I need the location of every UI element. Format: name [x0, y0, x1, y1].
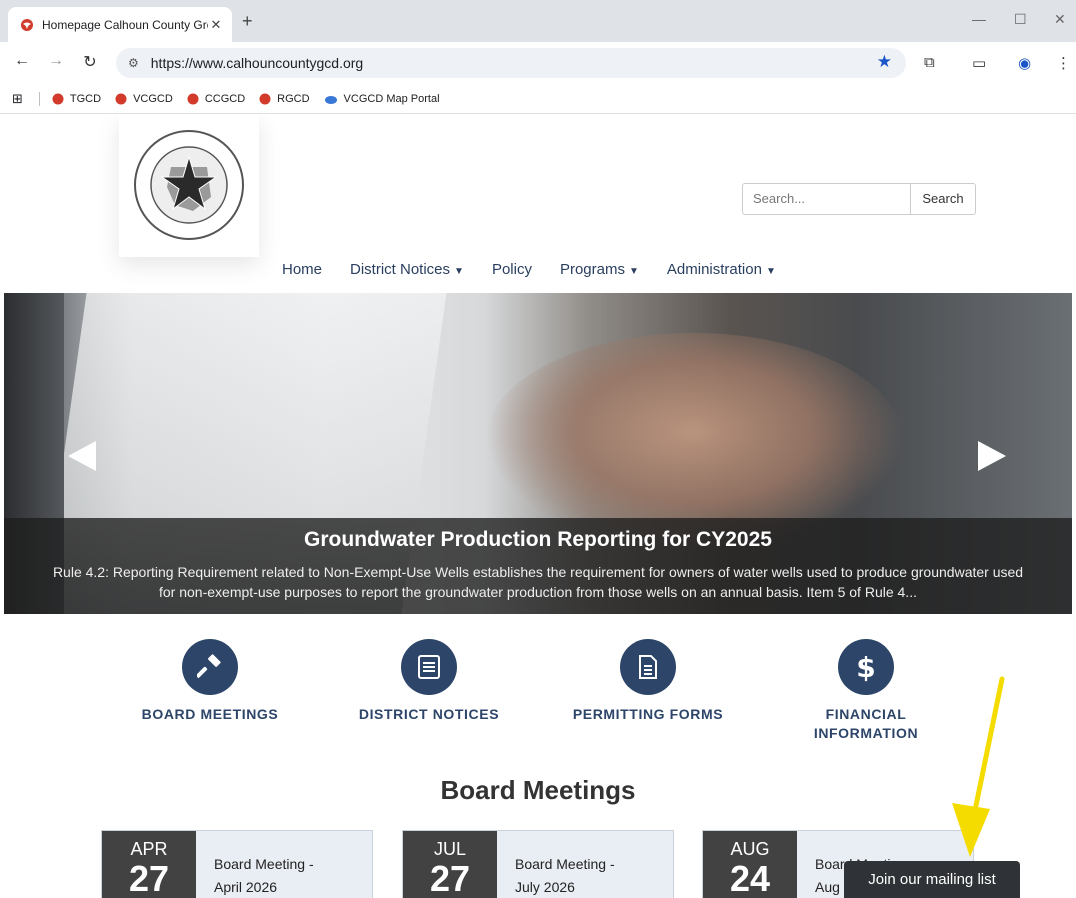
carousel-next-icon[interactable] — [978, 441, 1006, 471]
bookmark-ccgcd[interactable]: CCGCD — [187, 93, 245, 105]
board-meetings-heading: Board Meetings — [440, 775, 636, 805]
meeting-date: JUL 27 — [403, 831, 497, 898]
nav-home[interactable]: Home — [282, 261, 322, 278]
quick-link-district-notices[interactable]: DISTRICT NOTICES — [329, 639, 529, 724]
quick-link-board-meetings[interactable]: BOARD MEETINGS — [110, 639, 310, 724]
tab-title: Homepage Calhoun County Gro — [42, 17, 208, 32]
meeting-title: Board Meeting - April 2026 — [214, 856, 314, 895]
profile-icon[interactable]: ◉ — [1018, 54, 1031, 72]
minimize-icon[interactable]: — — [972, 11, 986, 27]
menu-icon[interactable]: ⋮ — [1056, 54, 1071, 72]
forward-icon[interactable]: → — [46, 52, 66, 70]
main-navigation: Home District Notices ▼ Policy Programs ▼ … — [282, 261, 804, 278]
reading-mode-icon[interactable]: ▭ — [972, 54, 986, 72]
map-portal-cloud-icon — [324, 95, 337, 104]
quick-link-financial-information[interactable]: $ FINANCIAL INFORMATION — [766, 639, 966, 743]
search-input[interactable]: Search... — [742, 183, 910, 215]
search-button[interactable]: Search — [910, 183, 976, 215]
browser-toolbar: ← → ↻ ⚙ https://www.calhouncountygcd.org… — [0, 42, 1076, 84]
document-icon — [620, 639, 676, 695]
quick-link-permitting-forms[interactable]: PERMITTING FORMS — [548, 639, 748, 724]
gavel-icon — [182, 639, 238, 695]
hero-caption: Groundwater Production Reporting for CY2… — [4, 518, 1072, 614]
hero-title[interactable]: Groundwater Production Reporting for CY2… — [4, 528, 1072, 552]
bookmarks-separator — [38, 91, 40, 106]
meeting-date: AUG 24 — [703, 831, 797, 898]
bookmark-favicon-icon — [52, 93, 64, 104]
caret-down-icon: ▼ — [628, 266, 639, 277]
browser-tab-bar: Homepage Calhoun County Gro ✕ + — ☐ ✕ — [0, 0, 1076, 42]
bookmark-vcgcd[interactable]: VCGCD — [115, 93, 173, 105]
hero-carousel: Groundwater Production Reporting for CY2… — [4, 293, 1072, 614]
url-text: https://www.calhouncountygcd.org — [150, 55, 364, 71]
meeting-card[interactable]: APR 27 Board Meeting - April 2026 — [101, 830, 373, 898]
back-icon[interactable]: ← — [12, 52, 32, 70]
meeting-card[interactable]: JUL 27 Board Meeting - July 2026 — [402, 830, 674, 898]
caret-down-icon: ▼ — [765, 266, 776, 277]
new-tab-icon[interactable]: + — [242, 11, 253, 32]
site-settings-icon[interactable]: ⚙ — [128, 56, 139, 70]
bookmarks-bar: ⊞ TGCD VCGCD CCGCD RGCD VCGCD Map Portal — [0, 84, 1076, 114]
meeting-title: Board Meeting - July 2026 — [515, 856, 615, 895]
close-tab-icon[interactable]: ✕ — [208, 17, 224, 33]
caret-down-icon: ▼ — [454, 266, 464, 277]
reload-icon[interactable]: ↻ — [80, 52, 100, 72]
bookmark-favicon-icon — [115, 93, 127, 104]
bookmark-rgcd[interactable]: RGCD — [259, 93, 310, 105]
address-bar[interactable]: ⚙ https://www.calhouncountygcd.org ★ — [116, 48, 906, 78]
nav-policy[interactable]: Policy — [492, 261, 532, 278]
bookmark-favicon-icon — [259, 93, 271, 104]
nav-programs[interactable]: Programs ▼ — [560, 261, 639, 278]
district-seal-icon — [134, 130, 244, 240]
bookmark-map-portal[interactable]: VCGCD Map Portal — [324, 93, 440, 105]
bookmark-star-icon[interactable]: ★ — [877, 52, 892, 72]
district-logo[interactable] — [119, 115, 259, 257]
hero-text: Rule 4.2: Reporting Requirement related … — [52, 564, 1024, 600]
meeting-date: APR 27 — [102, 831, 196, 898]
dollar-icon: $ — [838, 639, 894, 695]
close-window-icon[interactable]: ✕ — [1054, 11, 1066, 28]
browser-tab[interactable]: Homepage Calhoun County Gro ✕ — [8, 7, 232, 42]
extensions-icon[interactable]: ⧉ — [924, 54, 935, 71]
carousel-prev-icon[interactable] — [68, 441, 96, 471]
bookmark-favicon-icon — [187, 93, 199, 104]
bookmark-tgcd[interactable]: TGCD — [52, 93, 101, 105]
site-favicon-icon — [21, 18, 33, 31]
nav-administration[interactable]: Administration ▼ — [667, 261, 776, 278]
nav-district-notices[interactable]: District Notices ▼ — [350, 261, 464, 278]
page-content: Search... Search Home District Notices ▼ … — [4, 115, 1072, 898]
apps-icon[interactable]: ⊞ — [12, 91, 23, 107]
maximize-icon[interactable]: ☐ — [1014, 11, 1027, 28]
annotation-arrow-icon — [952, 676, 1005, 857]
list-icon — [401, 639, 457, 695]
mailing-list-button[interactable]: Join our mailing list — [844, 861, 1020, 898]
